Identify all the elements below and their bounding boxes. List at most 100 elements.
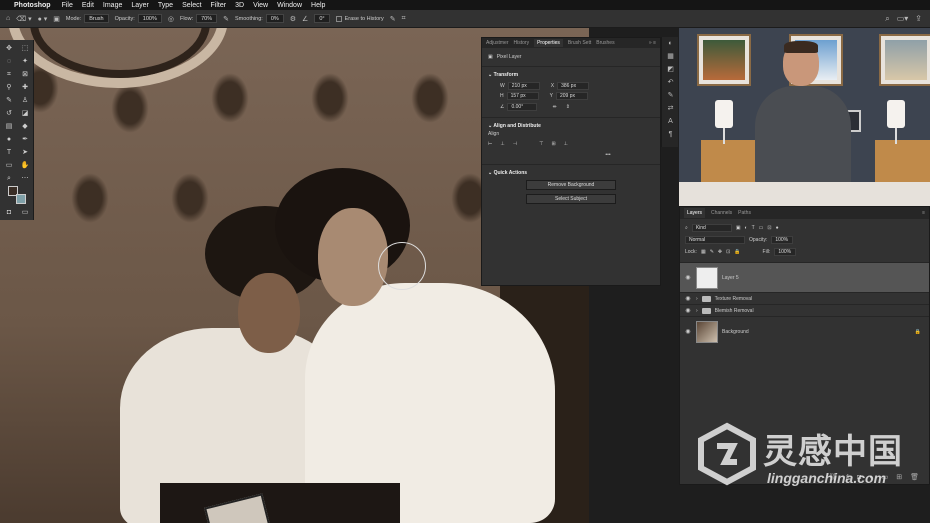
tab-properties[interactable]: Properties (534, 39, 563, 47)
align-right-icon[interactable]: ⊣ (513, 141, 517, 147)
eyedropper-icon[interactable]: ⚲ (4, 83, 14, 93)
frame-tool-icon[interactable]: ⊠ (20, 70, 30, 80)
align-bottom-icon[interactable]: ⊥ (564, 141, 568, 147)
flip-vertical-icon[interactable]: ⇕ (566, 104, 570, 110)
chevron-right-icon[interactable]: › (696, 308, 698, 314)
app-name[interactable]: Photoshop (14, 2, 51, 9)
dodge-tool-icon[interactable]: ● (4, 135, 14, 145)
align-middle-icon[interactable]: ⊞ (551, 141, 555, 147)
x-input[interactable]: 386 px (557, 82, 590, 90)
lock-position-icon[interactable]: ✥ (718, 249, 722, 255)
marquee-tool-icon[interactable]: ⬚ (20, 44, 30, 54)
paragraph-icon[interactable]: ¶ (662, 128, 679, 141)
brush-preset-icon[interactable]: ● ▾ (38, 15, 48, 23)
chevron-right-icon[interactable]: › (696, 296, 698, 302)
menu-select[interactable]: Select (182, 2, 201, 9)
search-icon[interactable]: ⌕ (885, 14, 889, 24)
menu-type[interactable]: Type (158, 2, 173, 9)
visibility-eye-icon[interactable]: ◉ (684, 295, 692, 302)
height-input[interactable]: 157 px (506, 92, 539, 100)
share-icon[interactable]: ⇪ (915, 14, 922, 24)
history-brush-icon[interactable]: ↺ (4, 109, 14, 119)
eraser-tool-icon[interactable]: ⌫ ▾ (16, 15, 31, 23)
move-tool-icon[interactable]: ✥ (4, 44, 14, 54)
align-center-h-icon[interactable]: ⊥ (500, 141, 504, 147)
filter-type-icon[interactable]: T (752, 225, 755, 231)
filter-shape-icon[interactable]: ▭ (759, 225, 764, 231)
menu-filter[interactable]: Filter (211, 2, 227, 9)
layer-opacity-input[interactable]: 100% (771, 236, 794, 244)
menu-3d[interactable]: 3D (235, 2, 244, 9)
airbrush-icon[interactable]: ✎ (223, 15, 229, 23)
healing-brush-icon[interactable]: ✚ (20, 83, 30, 93)
menu-image[interactable]: Image (103, 2, 122, 9)
eraser-icon[interactable]: ◪ (20, 109, 30, 119)
magic-wand-icon[interactable]: ✦ (20, 57, 30, 67)
blend-mode-select[interactable]: Normal (685, 236, 745, 244)
lasso-tool-icon[interactable]: ◌ (4, 57, 14, 67)
menu-file[interactable]: File (62, 2, 73, 9)
lock-all-icon[interactable]: 🔒 (734, 249, 740, 255)
more-tools-icon[interactable]: ⋯ (20, 174, 30, 184)
lock-pixels-icon[interactable]: ✎ (710, 249, 714, 255)
menu-view[interactable]: View (253, 2, 268, 9)
swatches-icon[interactable]: ▦ (662, 50, 679, 63)
select-subject-button[interactable]: Select Subject (526, 194, 616, 204)
mode-select[interactable]: Brush (84, 14, 109, 23)
lock-artboard-icon[interactable]: ⊡ (726, 249, 730, 255)
tab-adjustments[interactable]: Adjustmer (486, 40, 509, 46)
angle-input[interactable]: 0° (314, 14, 330, 23)
background-color-swatch[interactable] (16, 194, 26, 204)
tab-channels[interactable]: Channels (711, 210, 732, 216)
fill-input[interactable]: 100% (774, 248, 797, 256)
gear-icon[interactable]: ⚙ (290, 15, 296, 23)
zoom-tool-icon[interactable]: ⌕ (4, 174, 14, 184)
pen-tool-icon[interactable]: ✒ (20, 135, 30, 145)
pressure-opacity-icon[interactable]: ◎ (168, 15, 174, 23)
type-tool-icon[interactable]: T (4, 148, 14, 158)
flow-input[interactable]: 70% (196, 14, 218, 23)
visibility-eye-icon[interactable]: ◉ (684, 274, 692, 281)
menu-window[interactable]: Window (277, 2, 302, 9)
kind-filter-select[interactable]: Kind (691, 224, 732, 232)
brush-settings-icon[interactable]: ▣ (53, 15, 60, 23)
crop-tool-icon[interactable]: ⌗ (4, 70, 14, 80)
width-input[interactable]: 210 px (507, 82, 540, 90)
opacity-input[interactable]: 100% (137, 14, 162, 23)
angle-input[interactable]: 0.00° (507, 103, 538, 111)
shape-tool-icon[interactable]: ▭ (4, 161, 14, 171)
lock-transparency-icon[interactable]: ▦ (701, 249, 706, 255)
menu-layer[interactable]: Layer (131, 2, 149, 9)
filter-smart-icon[interactable]: ⊡ (767, 225, 771, 231)
adjustments-icon[interactable]: ◩ (662, 63, 679, 76)
path-select-icon[interactable]: ➤ (20, 148, 30, 158)
layer-row-layer-5[interactable]: ◉ Layer 5 (680, 262, 929, 292)
hand-tool-icon[interactable]: ✋ (20, 161, 30, 171)
layer-row-background[interactable]: ◉ Background 🔒 (680, 316, 929, 346)
symmetry-icon[interactable]: ⌗ (402, 15, 406, 23)
brush-tool-icon[interactable]: ✎ (4, 96, 14, 106)
tab-paths[interactable]: Paths (738, 210, 751, 216)
panel-menu-icon[interactable]: ≡ (922, 210, 929, 216)
flip-horizontal-icon[interactable]: ⇹ (552, 104, 556, 110)
filter-toggle-icon[interactable]: ● (776, 225, 779, 231)
align-top-icon[interactable]: ⊤ (539, 141, 543, 147)
panel-menu-icon[interactable]: » ≡ (649, 40, 660, 46)
blur-tool-icon[interactable]: ◆ (20, 122, 30, 132)
home-icon[interactable]: ⌂ (6, 15, 10, 22)
layer-row-blemish-removal[interactable]: ◉ › Blemish Removal (680, 304, 929, 316)
visibility-eye-icon[interactable]: ◉ (684, 307, 692, 314)
tab-brush-settings[interactable]: Brush Sett (568, 40, 591, 46)
screen-mode-icon[interactable]: ▭ (20, 208, 30, 218)
menu-edit[interactable]: Edit (82, 2, 94, 9)
smoothing-input[interactable]: 0% (265, 14, 284, 23)
tab-brushes[interactable]: Brushes (596, 40, 614, 46)
history-icon[interactable]: ↶ (662, 76, 679, 89)
menu-help[interactable]: Help (311, 2, 325, 9)
remove-background-button[interactable]: Remove Background (526, 180, 616, 190)
color-icon[interactable]: ◐ (662, 37, 679, 50)
pressure-size-icon[interactable]: ✎ (390, 15, 396, 23)
tab-history[interactable]: History (514, 40, 530, 46)
tab-layers[interactable]: Layers (684, 208, 706, 218)
gradient-tool-icon[interactable]: ▤ (4, 122, 14, 132)
